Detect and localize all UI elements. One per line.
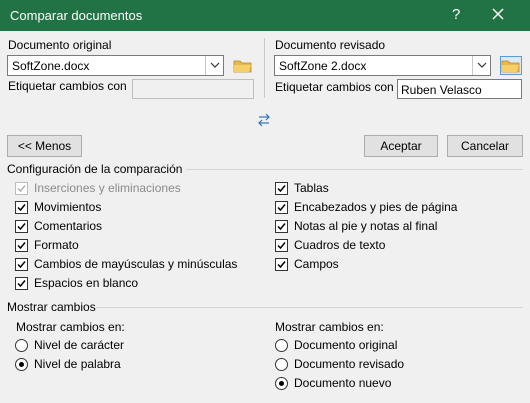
revised-document-combo[interactable]: SoftZone 2.docx <box>274 55 491 76</box>
show-changes-title: Mostrar cambios <box>7 300 96 314</box>
checkbox-box[interactable] <box>15 201 28 214</box>
radio-label: Documento original <box>294 338 398 352</box>
original-document-label: Documento original <box>8 38 112 52</box>
radio-label: Nivel de carácter <box>34 338 125 352</box>
section-divider <box>264 38 265 98</box>
checkbox-label: Formato <box>34 238 79 252</box>
folder-icon[interactable] <box>500 56 522 75</box>
checkbox-label: Movimientos <box>34 200 102 214</box>
show-document-label: Mostrar cambios en: <box>275 320 384 334</box>
window-title: Comparar documentos <box>10 8 143 23</box>
chevron-down-icon[interactable] <box>472 56 490 75</box>
radio-label: Documento nuevo <box>294 376 392 390</box>
checkbox-box[interactable] <box>275 220 288 233</box>
checkbox-box <box>15 182 28 195</box>
checkbox-box[interactable] <box>15 258 28 271</box>
radio-circle[interactable] <box>275 377 288 390</box>
radio-circle[interactable] <box>15 358 28 371</box>
chevron-down-icon[interactable] <box>205 56 223 75</box>
accept-button[interactable]: Aceptar <box>364 135 438 157</box>
checkbox-label: Notas al pie y notas al final <box>294 219 438 233</box>
checkbox-label: Tablas <box>294 181 329 195</box>
checkbox-label: Inserciones y eliminaciones <box>34 181 181 195</box>
checkbox-box[interactable] <box>275 201 288 214</box>
radio-label: Documento revisado <box>294 357 405 371</box>
show-level-label: Mostrar cambios en: <box>16 320 125 334</box>
cancel-button[interactable]: Cancelar <box>447 135 523 157</box>
radio-circle[interactable] <box>15 339 28 352</box>
radio-label: Nivel de palabra <box>34 357 121 371</box>
checkbox-label: Cuadros de texto <box>294 238 386 252</box>
checkbox-box[interactable] <box>15 277 28 290</box>
comparison-settings-title: Configuración de la comparación <box>7 162 183 176</box>
group-divider <box>186 169 523 170</box>
swap-arrows-icon[interactable] <box>257 113 271 127</box>
revised-document-value: SoftZone 2.docx <box>279 59 367 73</box>
folder-icon[interactable] <box>233 58 253 74</box>
checkbox-box[interactable] <box>15 220 28 233</box>
revised-tag-label: Etiquetar cambios con <box>275 80 394 94</box>
title-bar: Comparar documentos ? <box>0 0 530 31</box>
radio-selected-dot <box>279 381 284 386</box>
checkbox-label: Campos <box>294 257 339 271</box>
revised-tag-field[interactable]: Ruben Velasco <box>397 79 522 99</box>
group-divider <box>96 307 523 308</box>
close-icon[interactable] <box>486 4 510 26</box>
less-button[interactable]: << Menos <box>7 135 82 157</box>
checkbox-box[interactable] <box>275 258 288 271</box>
radio-circle[interactable] <box>275 358 288 371</box>
checkbox-label: Comentarios <box>34 219 103 233</box>
original-document-combo[interactable]: SoftZone.docx <box>7 55 224 76</box>
checkbox-label: Cambios de mayúsculas y minúsculas <box>34 257 238 271</box>
checkbox-label: Encabezados y pies de página <box>294 200 458 214</box>
original-tag-label: Etiquetar cambios con <box>8 79 127 93</box>
checkbox-box[interactable] <box>15 239 28 252</box>
original-document-value: SoftZone.docx <box>12 59 90 73</box>
checkbox-box[interactable] <box>275 182 288 195</box>
help-button[interactable]: ? <box>452 6 460 23</box>
revised-tag-value: Ruben Velasco <box>401 83 482 97</box>
checkbox-label: Espacios en blanco <box>34 276 139 290</box>
radio-circle[interactable] <box>275 339 288 352</box>
radio-selected-dot <box>19 362 24 367</box>
original-tag-field <box>132 79 254 99</box>
checkbox-box[interactable] <box>275 239 288 252</box>
revised-document-label: Documento revisado <box>275 38 386 52</box>
